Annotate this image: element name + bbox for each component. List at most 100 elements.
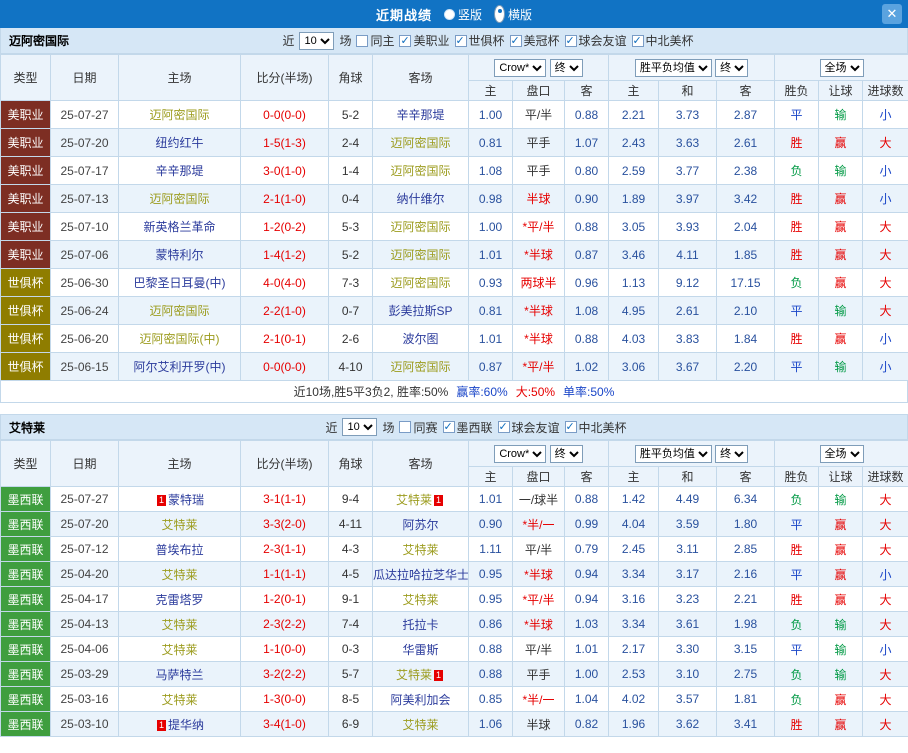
team-name[interactable]: 华雷斯 bbox=[402, 643, 438, 657]
team-name[interactable]: 迈阿密国际 bbox=[390, 276, 450, 290]
filter-checkbox[interactable]: 同赛 bbox=[399, 419, 437, 436]
score-cell[interactable]: 3-0(1-0) bbox=[241, 157, 329, 185]
team-name[interactable]: 迈阿密国际 bbox=[390, 220, 450, 234]
scope-select[interactable]: 全场 bbox=[820, 59, 864, 77]
team-name[interactable]: 托拉卡 bbox=[402, 618, 438, 632]
team-name[interactable]: 瓜达拉哈拉芝华士 bbox=[373, 568, 469, 582]
ah-home-odds: 0.98 bbox=[469, 185, 513, 213]
team-name[interactable]: 艾特莱 bbox=[161, 568, 197, 582]
euro-final-select[interactable]: 终 bbox=[715, 59, 748, 77]
euro-draw-odds: 3.59 bbox=[659, 512, 717, 537]
team-name[interactable]: 迈阿密国际 bbox=[390, 164, 450, 178]
score-cell[interactable]: 2-2(1-0) bbox=[241, 297, 329, 325]
team-name[interactable]: 巴黎圣日耳曼(中) bbox=[134, 276, 226, 290]
score-cell[interactable]: 3-2(2-2) bbox=[241, 662, 329, 687]
team-name[interactable]: 迈阿密国际(中) bbox=[140, 332, 220, 346]
home-team-cell: 新英格兰革命 bbox=[119, 213, 241, 241]
team-name[interactable]: 迈阿密国际 bbox=[390, 248, 450, 262]
euro-away-odds: 1.98 bbox=[717, 612, 775, 637]
score-cell[interactable]: 2-1(1-0) bbox=[241, 185, 329, 213]
filter-checkbox[interactable]: 同主 bbox=[356, 32, 394, 49]
odds-final-select[interactable]: 终 bbox=[550, 59, 583, 77]
corner-cell: 6-9 bbox=[329, 712, 373, 737]
score-cell[interactable]: 2-3(1-1) bbox=[241, 537, 329, 562]
euro-home-odds: 4.04 bbox=[609, 512, 659, 537]
team-name[interactable]: 蒙特瑞 bbox=[168, 493, 204, 507]
team-name[interactable]: 辛辛那堤 bbox=[155, 164, 203, 178]
team-name[interactable]: 克雷塔罗 bbox=[155, 593, 203, 607]
filter-checkbox[interactable]: 球会友谊 bbox=[498, 419, 560, 436]
filter-checkbox[interactable]: 墨西联 bbox=[443, 419, 493, 436]
radio-horizontal-layout[interactable]: 横版 bbox=[494, 5, 532, 23]
match-row: 美职业25-07-20纽约红牛1-5(1-3)2-4迈阿密国际0.81平手1.0… bbox=[1, 129, 908, 157]
score-cell[interactable]: 1-1(1-1) bbox=[241, 562, 329, 587]
team-name[interactable]: 迈阿密国际 bbox=[390, 360, 450, 374]
odds-source-select[interactable]: Crow* bbox=[494, 59, 546, 77]
filter-checkbox[interactable]: 美冠杯 bbox=[510, 32, 560, 49]
team-name[interactable]: 迈阿密国际 bbox=[149, 192, 209, 206]
score-cell[interactable]: 4-0(4-0) bbox=[241, 269, 329, 297]
filter-checkbox[interactable]: 中北美杯 bbox=[565, 419, 627, 436]
col-euro-home: 主 bbox=[609, 81, 659, 101]
scope-select[interactable]: 全场 bbox=[820, 445, 864, 463]
team-name[interactable]: 彭美拉斯SP bbox=[388, 304, 452, 318]
filter-checkbox[interactable]: 美职业 bbox=[399, 32, 449, 49]
filter-checkbox[interactable]: 中北美杯 bbox=[632, 32, 694, 49]
team-name[interactable]: 阿美利加会 bbox=[390, 693, 450, 707]
team-name[interactable]: 迈阿密国际 bbox=[390, 136, 450, 150]
filter-checkbox[interactable]: 球会友谊 bbox=[565, 32, 627, 49]
team-name[interactable]: 提华纳 bbox=[168, 718, 204, 732]
team-name[interactable]: 马萨特兰 bbox=[155, 668, 203, 682]
handicap-result: 赢 bbox=[819, 213, 863, 241]
score-cell[interactable]: 1-4(1-2) bbox=[241, 241, 329, 269]
score-cell[interactable]: 3-3(2-0) bbox=[241, 512, 329, 537]
score-cell[interactable]: 3-4(1-0) bbox=[241, 712, 329, 737]
team-name[interactable]: 辛辛那堤 bbox=[396, 108, 444, 122]
team-name[interactable]: 新英格兰革命 bbox=[143, 220, 215, 234]
team-name[interactable]: 艾特莱 bbox=[161, 693, 197, 707]
team-name[interactable]: 迈阿密国际 bbox=[149, 108, 209, 122]
match-count-select[interactable]: 10 bbox=[342, 418, 377, 436]
euro-avg-select[interactable]: 胜平负均值 bbox=[635, 59, 712, 77]
ah-home-odds: 1.01 bbox=[469, 241, 513, 269]
team-name[interactable]: 艾特莱 bbox=[161, 643, 197, 657]
team-name[interactable]: 迈阿密国际 bbox=[149, 304, 209, 318]
team-name[interactable]: 阿苏尔 bbox=[402, 518, 438, 532]
radio-vertical-layout[interactable]: 竖版 bbox=[444, 6, 482, 23]
score-cell[interactable]: 0-0(0-0) bbox=[241, 353, 329, 381]
odds-final-select[interactable]: 终 bbox=[550, 445, 583, 463]
ah-away-odds: 0.88 bbox=[565, 325, 609, 353]
score-cell[interactable]: 3-1(1-1) bbox=[241, 487, 329, 512]
euro-draw-odds: 3.61 bbox=[659, 612, 717, 637]
handicap-cell: *半球 bbox=[513, 297, 565, 325]
team-name[interactable]: 艾特莱 bbox=[402, 718, 438, 732]
team-name[interactable]: 艾特莱 bbox=[402, 543, 438, 557]
score-cell[interactable]: 1-5(1-3) bbox=[241, 129, 329, 157]
score-cell[interactable]: 2-1(0-1) bbox=[241, 325, 329, 353]
team-name[interactable]: 波尔图 bbox=[402, 332, 438, 346]
team-name[interactable]: 艾特莱 bbox=[402, 593, 438, 607]
euro-home-odds: 2.21 bbox=[609, 101, 659, 129]
summary-segment: 近10场,胜5平3负2, 胜率:50% bbox=[294, 385, 449, 399]
team-name[interactable]: 艾特莱 bbox=[161, 618, 197, 632]
team-name[interactable]: 艾特莱 bbox=[396, 668, 432, 682]
score-cell[interactable]: 1-1(0-0) bbox=[241, 637, 329, 662]
team-name[interactable]: 阿尔艾利开罗(中) bbox=[134, 360, 226, 374]
score-cell[interactable]: 2-3(2-2) bbox=[241, 612, 329, 637]
team-name[interactable]: 艾特莱 bbox=[396, 493, 432, 507]
odds-source-select[interactable]: Crow* bbox=[494, 445, 546, 463]
close-button[interactable]: ✕ bbox=[882, 4, 902, 24]
team-name[interactable]: 艾特莱 bbox=[161, 518, 197, 532]
score-cell[interactable]: 1-3(0-0) bbox=[241, 687, 329, 712]
match-count-select[interactable]: 10 bbox=[299, 32, 334, 50]
euro-final-select[interactable]: 终 bbox=[715, 445, 748, 463]
score-cell[interactable]: 1-2(0-1) bbox=[241, 587, 329, 612]
team-name[interactable]: 纽约红牛 bbox=[155, 136, 203, 150]
team-name[interactable]: 普埃布拉 bbox=[155, 543, 203, 557]
filter-checkbox[interactable]: 世俱杯 bbox=[455, 32, 505, 49]
score-cell[interactable]: 0-0(0-0) bbox=[241, 101, 329, 129]
team-name[interactable]: 纳什维尔 bbox=[396, 192, 444, 206]
euro-avg-select[interactable]: 胜平负均值 bbox=[635, 445, 712, 463]
score-cell[interactable]: 1-2(0-2) bbox=[241, 213, 329, 241]
team-name[interactable]: 蒙特利尔 bbox=[155, 248, 203, 262]
